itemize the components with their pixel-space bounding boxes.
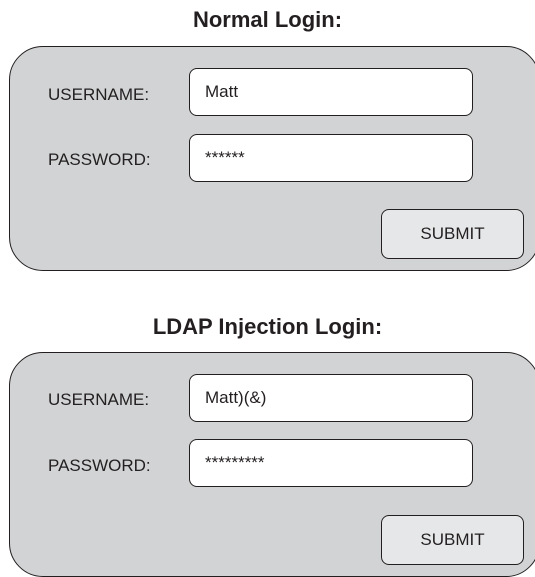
password-label: PASSWORD:	[48, 150, 151, 169]
ldap-login-title: LDAP Injection Login:	[152, 314, 383, 339]
password-label: PASSWORD:	[48, 456, 151, 475]
username-field[interactable]: Matt)(&)	[189, 374, 473, 422]
password-field[interactable]: *********	[189, 439, 473, 487]
normal-login-form: USERNAME: Matt PASSWORD: ****** SUBMIT	[9, 46, 535, 271]
username-field[interactable]: Matt	[189, 68, 473, 116]
password-field[interactable]: ******	[189, 134, 473, 182]
submit-button[interactable]: SUBMIT	[381, 515, 524, 565]
normal-login-title: Normal Login:	[192, 7, 343, 32]
username-label: USERNAME:	[48, 390, 150, 409]
username-label: USERNAME:	[48, 85, 150, 104]
ldap-login-form: USERNAME: Matt)(&) PASSWORD: ********* S…	[9, 352, 535, 577]
submit-button[interactable]: SUBMIT	[381, 209, 524, 259]
